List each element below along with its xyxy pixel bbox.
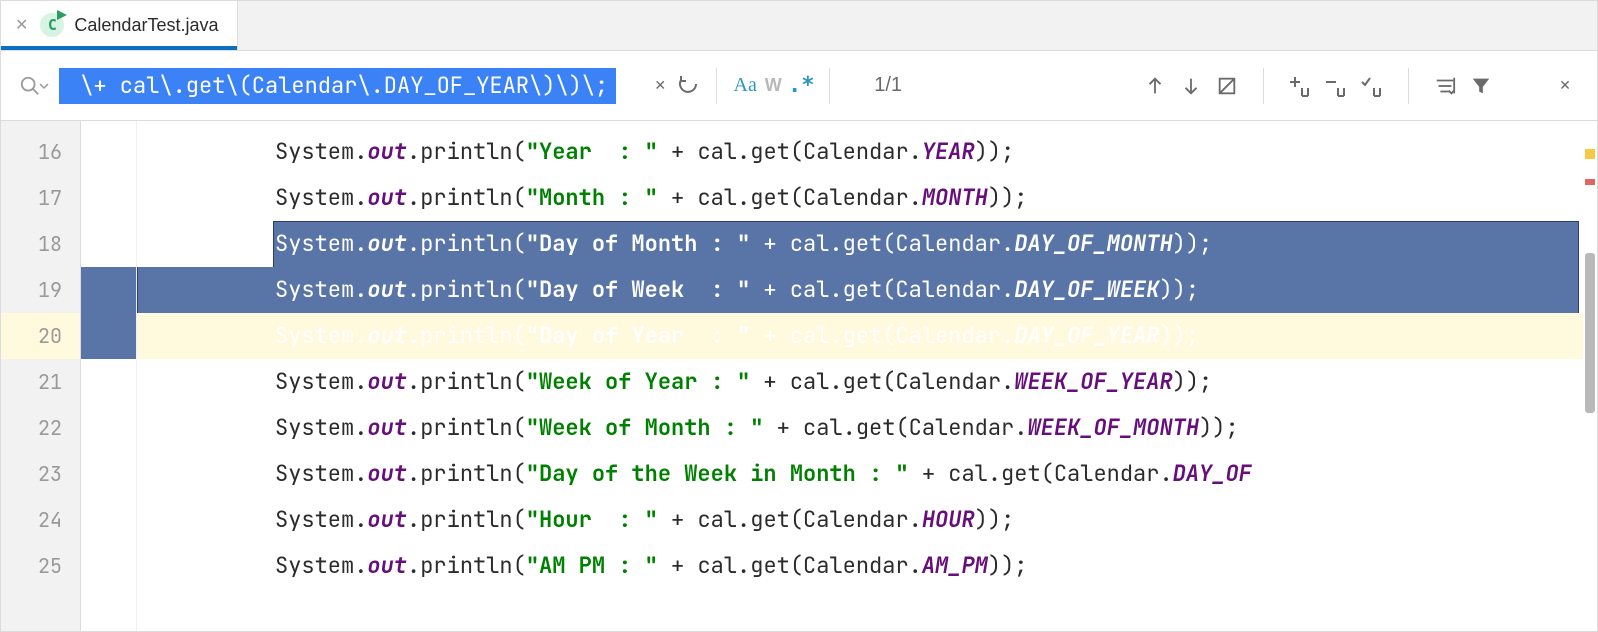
code-line[interactable]: System.out.println("Month : " + cal.get(…	[137, 175, 1597, 221]
ide-window: ✕ C CalendarTest.java \+ cal\.get\(Calen…	[0, 0, 1598, 632]
code-line[interactable]: System.out.println("Hour : " + cal.get(C…	[137, 497, 1597, 543]
editor-tab[interactable]: ✕ C CalendarTest.java	[1, 0, 238, 50]
line-number: 17	[1, 175, 80, 221]
select-all-occurrences-icon[interactable]	[1358, 72, 1386, 100]
code-line[interactable]: System.out.println("Day of Year : " + ca…	[137, 313, 1597, 359]
match-case-toggle[interactable]: Aa	[731, 72, 759, 100]
next-match-icon[interactable]	[1177, 72, 1205, 100]
search-input[interactable]: \+ cal\.get\(Calendar\.DAY_OF_YEAR\)\)\;	[59, 68, 616, 104]
error-marker[interactable]	[1585, 179, 1595, 185]
whole-word-toggle[interactable]: W	[759, 72, 787, 100]
code-area[interactable]: System.out.println("Year : " + cal.get(C…	[137, 121, 1597, 631]
line-number: 18	[1, 221, 80, 267]
regex-toggle[interactable]: .*	[787, 72, 815, 100]
line-number: 20	[1, 313, 80, 359]
editor-tab-bar: ✕ C CalendarTest.java	[1, 1, 1597, 51]
error-stripe[interactable]	[1583, 121, 1597, 631]
code-line[interactable]: System.out.println("Day of Week : " + ca…	[137, 267, 1597, 313]
code-line[interactable]: System.out.println("Day of Month : " + c…	[137, 221, 1597, 267]
code-line[interactable]: System.out.println("Year : " + cal.get(C…	[137, 129, 1597, 175]
clear-search-icon[interactable]: ✕	[646, 72, 674, 100]
prev-match-icon[interactable]	[1141, 72, 1169, 100]
filter-icon[interactable]	[1467, 72, 1495, 100]
code-editor[interactable]: 16171819202122232425 System.out.println(…	[1, 121, 1597, 631]
scrollbar-thumb[interactable]	[1585, 253, 1595, 413]
add-selection-icon[interactable]	[1286, 72, 1314, 100]
line-number: 24	[1, 497, 80, 543]
code-line[interactable]: System.out.println("Day of the Week in M…	[137, 451, 1597, 497]
tab-filename: CalendarTest.java	[74, 15, 218, 36]
code-line[interactable]: System.out.println("Week of Year : " + c…	[137, 359, 1597, 405]
search-icon[interactable]	[19, 75, 49, 97]
match-count: 1/1	[844, 74, 932, 97]
line-number: 22	[1, 405, 80, 451]
line-number: 23	[1, 451, 80, 497]
line-number: 16	[1, 129, 80, 175]
line-number: 21	[1, 359, 80, 405]
close-find-icon[interactable]: ✕	[1551, 72, 1579, 100]
remove-selection-icon[interactable]	[1322, 72, 1350, 100]
warning-marker[interactable]	[1585, 149, 1595, 159]
fold-strip	[81, 121, 137, 631]
select-all-matches-icon[interactable]	[1213, 72, 1241, 100]
find-toolbar: \+ cal\.get\(Calendar\.DAY_OF_YEAR\)\)\;…	[1, 51, 1597, 121]
line-number-gutter: 16171819202122232425	[1, 121, 81, 631]
code-line[interactable]: System.out.println("AM PM : " + cal.get(…	[137, 543, 1597, 589]
filter-list-icon[interactable]	[1431, 72, 1459, 100]
search-history-icon[interactable]	[674, 72, 702, 100]
close-tab-icon[interactable]: ✕	[15, 15, 28, 35]
java-class-icon: C	[40, 13, 64, 37]
line-number: 25	[1, 543, 80, 589]
code-line[interactable]: System.out.println("Week of Month : " + …	[137, 405, 1597, 451]
line-number: 19	[1, 267, 80, 313]
